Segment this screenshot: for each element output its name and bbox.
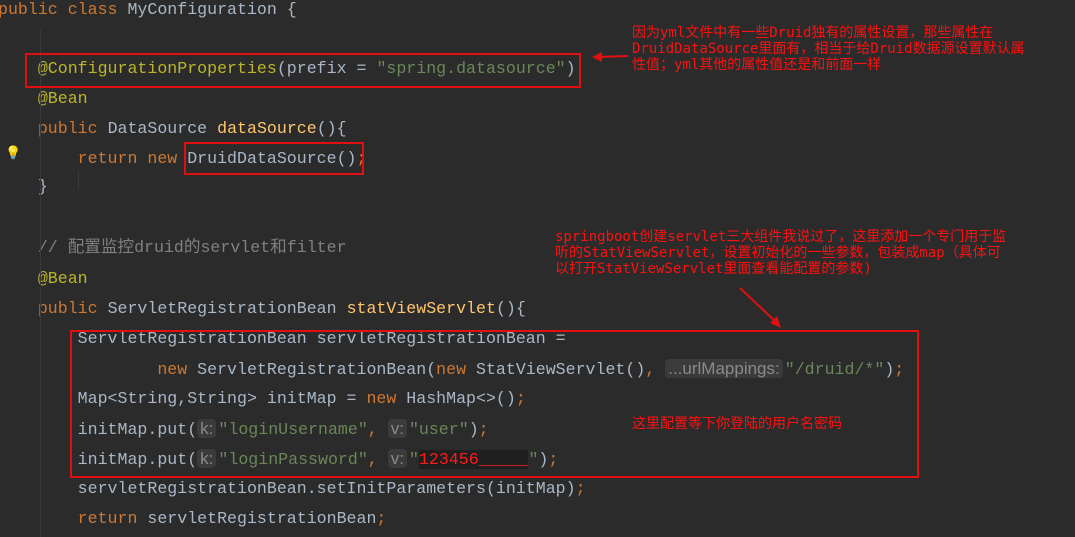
- annotation-note-1: 因为yml文件中有一些Druid独有的属性设置，那些属性在 DruidDataS…: [632, 25, 1025, 73]
- arrow-line: [739, 287, 777, 323]
- arrow-head: [592, 52, 602, 62]
- annotation-note-3: 这里配置等下你登陆的用户名密码: [632, 416, 842, 432]
- annotation-note-2: springboot创建servlet三大组件我说过了，这里添加一个专门用于监 …: [555, 229, 1007, 277]
- arrow-line: [597, 55, 629, 58]
